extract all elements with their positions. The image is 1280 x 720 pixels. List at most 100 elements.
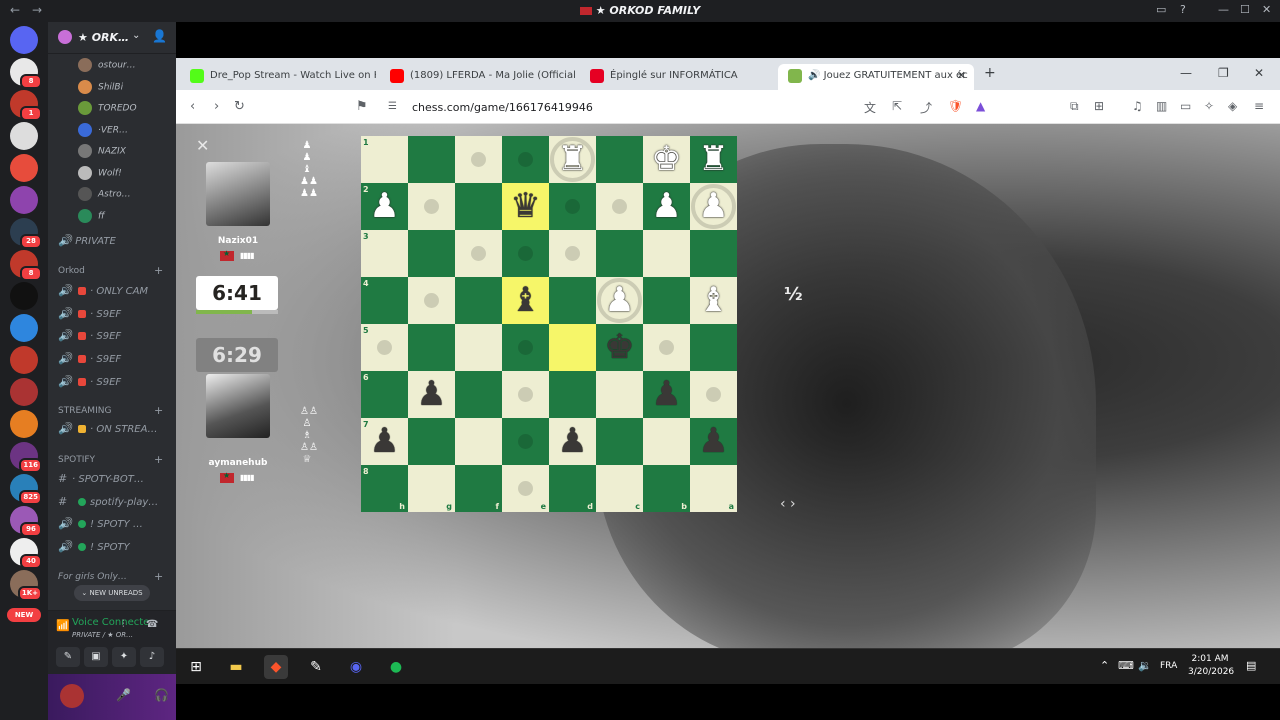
new-tab-icon[interactable]: + xyxy=(984,65,996,81)
notification-icon[interactable]: ▤ xyxy=(1246,659,1256,672)
disconnect-icon[interactable]: ☎ xyxy=(146,619,158,630)
board-square[interactable] xyxy=(549,230,596,277)
add-channel-icon[interactable]: + xyxy=(154,404,163,417)
board-square[interactable] xyxy=(690,230,737,277)
camera-off-button[interactable]: ✎ xyxy=(56,647,80,667)
board-square[interactable] xyxy=(455,371,502,418)
board-square[interactable]: 6 xyxy=(361,371,408,418)
board-square[interactable]: ♜ xyxy=(549,136,596,183)
start-icon[interactable]: ⊞ xyxy=(184,655,208,679)
microphone-icon[interactable]: 🎤 xyxy=(116,688,131,702)
vpn-icon[interactable]: ◈ xyxy=(1228,99,1237,113)
white-pawn[interactable]: ♟ xyxy=(596,277,643,324)
board-square[interactable] xyxy=(643,418,690,465)
server-icon[interactable]: 116 xyxy=(10,442,42,473)
board-square[interactable]: 5 xyxy=(361,324,408,371)
board-square[interactable] xyxy=(455,277,502,324)
board-square[interactable] xyxy=(502,418,549,465)
brave-icon[interactable]: ◆ xyxy=(264,655,288,679)
board-square[interactable] xyxy=(549,183,596,230)
inbox-icon[interactable]: ▭ xyxy=(1156,3,1166,16)
language-indicator[interactable]: FRA xyxy=(1160,661,1177,671)
menu-icon[interactable]: ≡ xyxy=(1254,99,1264,113)
black-king[interactable]: ♚ xyxy=(596,324,643,371)
board-square[interactable] xyxy=(455,136,502,183)
board-square[interactable]: 1 xyxy=(361,136,408,183)
board-square[interactable]: ♜ xyxy=(690,136,737,183)
restore-button[interactable]: ❐ xyxy=(1218,66,1229,80)
category-streaming[interactable]: STREAMING xyxy=(58,406,111,416)
voice-channel[interactable]: 🔊 · S9EF xyxy=(58,375,121,395)
text-channel[interactable]: # spotify-play… xyxy=(58,495,158,515)
server-icon[interactable] xyxy=(10,346,38,374)
voice-channel[interactable]: 🔊 · S9EF xyxy=(58,307,121,327)
board-square[interactable]: ♚ xyxy=(643,136,690,183)
board-square[interactable]: ♛ xyxy=(502,183,549,230)
browser-tab[interactable]: (1809) LFERDA - Ma Jolie (Official Au xyxy=(380,64,576,90)
discord-icon[interactable]: ◉ xyxy=(344,655,368,679)
server-icon[interactable]: 1K+ xyxy=(10,570,42,601)
forward-icon[interactable]: › xyxy=(214,99,219,114)
add-channel-icon[interactable]: + xyxy=(154,264,163,277)
category-spotify[interactable]: SPOTIFY xyxy=(58,455,95,465)
board-square[interactable] xyxy=(690,371,737,418)
board-square[interactable]: ♝ xyxy=(502,277,549,324)
leo-icon[interactable]: ✧ xyxy=(1204,99,1214,113)
tab-search-icon[interactable]: ⊞ xyxy=(1094,99,1104,113)
server-icon[interactable] xyxy=(10,186,38,214)
chevron-down-icon[interactable]: ⌄ xyxy=(132,30,140,41)
top-player-name[interactable]: Nazix01 xyxy=(204,236,272,246)
add-channel-icon[interactable]: + xyxy=(154,570,163,583)
open-external-icon[interactable]: ⇱ xyxy=(892,99,902,113)
white-king[interactable]: ♚ xyxy=(643,136,690,183)
board-square[interactable]: 7 ♟ xyxy=(361,418,408,465)
brave-shield-icon[interactable]: 🛡 xyxy=(948,99,963,113)
media-icon[interactable]: ♫ xyxy=(1132,99,1143,113)
board-square[interactable]: ♟ xyxy=(690,418,737,465)
add-user-icon[interactable]: 👤 xyxy=(152,29,167,43)
voice-channel[interactable]: 🔊 ! SPOTY … xyxy=(58,517,143,537)
new-unreads-pill[interactable]: ⌄ NEW UNREADS xyxy=(74,585,150,601)
board-square[interactable]: ♟ xyxy=(408,371,455,418)
board-square[interactable]: f xyxy=(455,465,502,512)
black-pawn[interactable]: ♟ xyxy=(361,418,408,465)
text-channel[interactable]: # · SPOTY-BOT… xyxy=(58,472,144,492)
black-pawn[interactable]: ♟ xyxy=(643,371,690,418)
server-icon[interactable]: 825 xyxy=(10,474,42,505)
board-square[interactable]: 3 xyxy=(361,230,408,277)
board-square[interactable] xyxy=(690,324,737,371)
white-rook[interactable]: ♜ xyxy=(690,136,737,183)
channel-private[interactable]: 🔊 PRIVATE xyxy=(58,234,116,254)
close-icon[interactable]: ✕ xyxy=(196,136,209,155)
server-icon[interactable]: 8 xyxy=(10,250,42,281)
browser-tab[interactable]: 🔊 Jouez GRATUITEMENT aux éc ✕ xyxy=(778,64,974,90)
close-button[interactable]: ✕ xyxy=(1262,3,1271,16)
board-square[interactable] xyxy=(596,418,643,465)
voice-user[interactable]: Astro… xyxy=(78,187,131,205)
extensions-icon[interactable]: ⧉ xyxy=(1070,99,1079,114)
board-square[interactable] xyxy=(549,371,596,418)
maximize-button[interactable]: ☐ xyxy=(1240,3,1250,16)
server-icon[interactable] xyxy=(10,154,38,182)
chevron-up-icon[interactable]: ⌃ xyxy=(1100,659,1109,672)
white-pawn[interactable]: ♟ xyxy=(643,183,690,230)
board-square[interactable] xyxy=(455,183,502,230)
black-pawn[interactable]: ♟ xyxy=(408,371,455,418)
close-button[interactable]: ✕ xyxy=(1254,66,1264,80)
new-badge[interactable]: NEW xyxy=(7,608,41,622)
board-square[interactable] xyxy=(408,230,455,277)
board-square[interactable] xyxy=(643,230,690,277)
discord-home-icon[interactable] xyxy=(10,26,38,54)
board-square[interactable] xyxy=(502,136,549,183)
board-square[interactable] xyxy=(408,183,455,230)
voice-user[interactable]: ff xyxy=(78,208,105,227)
server-header[interactable]: ★ ORK… ⌄ 👤 xyxy=(48,22,176,54)
category-girls[interactable]: For girls Only… xyxy=(58,572,127,582)
voice-user[interactable]: ostour… xyxy=(78,58,136,76)
voice-channel-label[interactable]: PRIVATE / ★ OR… xyxy=(72,631,133,639)
bookmark-icon[interactable]: ⚑ xyxy=(356,99,368,114)
black-pawn[interactable]: ♟ xyxy=(549,418,596,465)
board-square[interactable] xyxy=(549,277,596,324)
server-icon[interactable]: 1 xyxy=(10,90,42,121)
board-square[interactable] xyxy=(455,418,502,465)
